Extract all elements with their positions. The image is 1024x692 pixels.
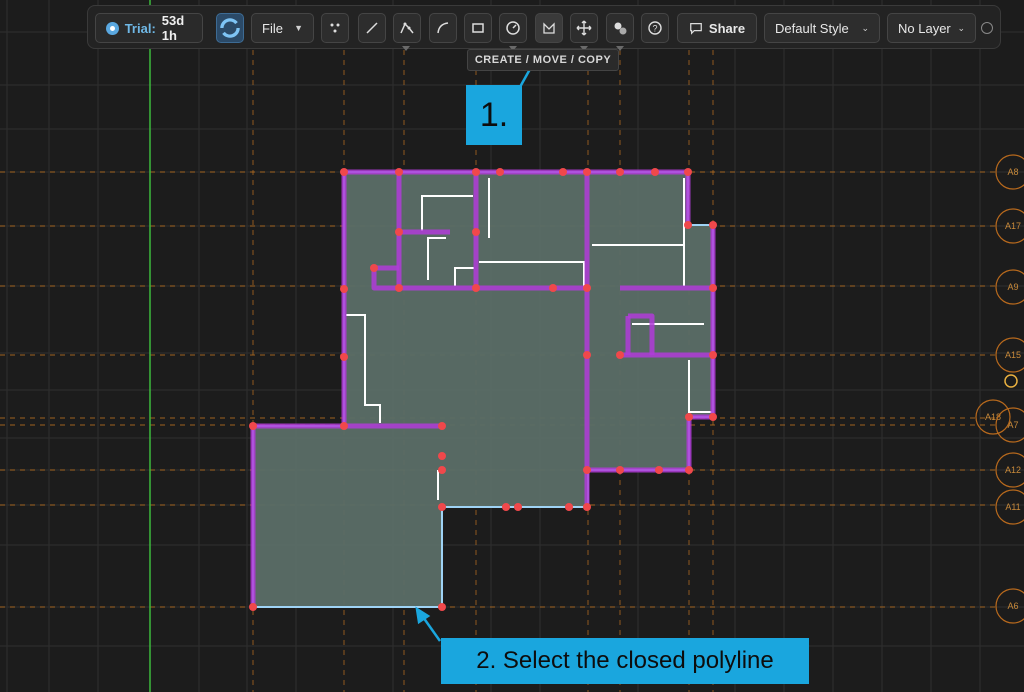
create-move-copy-icon	[543, 22, 555, 34]
vertex-handle[interactable]	[583, 168, 591, 176]
vertex-handle[interactable]	[685, 413, 693, 421]
vertex-handle[interactable]	[709, 351, 717, 359]
measure-tool-button[interactable]	[499, 13, 527, 43]
trial-label: Trial:	[124, 20, 156, 36]
file-menu-label: File	[262, 20, 283, 36]
vertex-handle[interactable]	[583, 351, 591, 359]
sync-button[interactable]	[216, 13, 244, 43]
create-move-copy-button[interactable]	[535, 13, 563, 43]
move-icon	[576, 20, 592, 36]
vertex-handle[interactable]	[502, 503, 510, 511]
arc-icon	[437, 22, 449, 34]
comment-icon	[690, 23, 702, 35]
submenu-indicator	[402, 46, 410, 51]
vertex-handle[interactable]	[395, 284, 403, 292]
vertex-handle[interactable]	[583, 503, 591, 511]
share-label: Share	[708, 20, 746, 36]
polyline-tool-button[interactable]	[393, 13, 421, 43]
vertex-handle[interactable]	[340, 168, 348, 176]
vertex-handle[interactable]	[583, 466, 591, 474]
vertex-handle[interactable]	[709, 284, 717, 292]
vertex-handle[interactable]	[438, 466, 446, 474]
snap-marker-icon	[1004, 374, 1018, 388]
points-tool-button[interactable]	[321, 13, 349, 43]
vertex-handle[interactable]	[684, 221, 692, 229]
top-toolbar: Trial: 53d 1h File ▼ ? Share Default Sty…	[87, 5, 1001, 51]
vertex-handle[interactable]	[395, 168, 403, 176]
group-tool-button[interactable]	[606, 13, 634, 43]
vertex-handle[interactable]	[249, 422, 257, 430]
grid-axis-label: A11	[1005, 502, 1020, 512]
vertex-handle[interactable]	[438, 422, 446, 430]
layer-value: No Layer	[898, 20, 951, 36]
help-icon: ?	[648, 21, 662, 35]
vertex-handle[interactable]	[340, 353, 348, 361]
vertex-handle[interactable]	[472, 284, 480, 292]
vertex-handle[interactable]	[472, 228, 480, 236]
grid-axis-label: A12	[1005, 465, 1021, 475]
vertex-handle[interactable]	[438, 503, 446, 511]
vertex-handle[interactable]	[514, 503, 522, 511]
grid-axis-labels: A8A17A9A15A18A7A12A11A6	[975, 154, 1024, 624]
grid-axis-label: A9	[1007, 282, 1018, 292]
measure-icon	[506, 21, 520, 35]
status-indicator	[981, 22, 993, 34]
vertex-handle[interactable]	[709, 221, 717, 229]
vertex-handle[interactable]	[685, 466, 693, 474]
svg-text:?: ?	[652, 24, 657, 34]
line-icon	[366, 22, 378, 34]
vertex-handle[interactable]	[340, 285, 348, 293]
layer-dropdown[interactable]: No Layer ⌄	[887, 13, 976, 43]
grid-axis-label: A8	[1007, 167, 1018, 177]
help-button[interactable]: ?	[641, 13, 669, 43]
vertex-handle[interactable]	[616, 168, 624, 176]
vertex-handle[interactable]	[438, 603, 446, 611]
grid-axis-label: A6	[1007, 601, 1018, 611]
vertex-handle[interactable]	[709, 413, 717, 421]
chevron-down-icon: ⌄	[861, 22, 869, 33]
polyline-icon	[400, 22, 414, 34]
vertex-handle[interactable]	[438, 452, 446, 460]
step-2-callout: 2. Select the closed polyline	[441, 638, 809, 684]
file-menu-button[interactable]: File ▼	[251, 13, 314, 43]
grid-axis-label: A15	[1005, 350, 1021, 360]
group-icon	[614, 22, 627, 35]
rectangle-icon	[472, 23, 484, 33]
trial-remaining: 53d 1h	[161, 13, 185, 43]
chevron-down-icon: ▼	[294, 23, 303, 33]
vertex-handle[interactable]	[472, 168, 480, 176]
chevron-down-icon: ⌄	[957, 22, 965, 33]
vertex-handle[interactable]	[370, 264, 378, 272]
rectangle-tool-button[interactable]	[464, 13, 492, 43]
vertex-handle[interactable]	[565, 503, 573, 511]
vertex-handle[interactable]	[616, 351, 624, 359]
vertex-handle[interactable]	[559, 168, 567, 176]
arc-tool-button[interactable]	[429, 13, 457, 43]
grid-axis-label: A7	[1007, 420, 1018, 430]
step-1-callout: 1.	[466, 85, 522, 145]
style-dropdown[interactable]: Default Style ⌄	[764, 13, 880, 43]
vertex-handle[interactable]	[549, 284, 557, 292]
sync-icon	[220, 18, 240, 38]
move-tool-button[interactable]	[570, 13, 598, 43]
trial-badge[interactable]: Trial: 53d 1h	[95, 13, 203, 43]
style-value: Default Style	[775, 20, 849, 36]
vertex-handle[interactable]	[395, 228, 403, 236]
vertex-handle[interactable]	[651, 168, 659, 176]
grid-axis-label: A17	[1005, 221, 1021, 231]
vertex-handle[interactable]	[616, 466, 624, 474]
vertex-handle[interactable]	[583, 284, 591, 292]
share-button[interactable]: Share	[677, 13, 757, 43]
vertex-handle[interactable]	[684, 168, 692, 176]
vertex-handle[interactable]	[496, 168, 504, 176]
line-tool-button[interactable]	[358, 13, 386, 43]
vertex-handle[interactable]	[655, 466, 663, 474]
app-logo-icon	[106, 21, 119, 35]
points-icon	[330, 23, 340, 33]
vertex-handle[interactable]	[340, 422, 348, 430]
tool-tooltip: CREATE / MOVE / COPY	[467, 49, 619, 71]
vertex-handle[interactable]	[249, 603, 257, 611]
